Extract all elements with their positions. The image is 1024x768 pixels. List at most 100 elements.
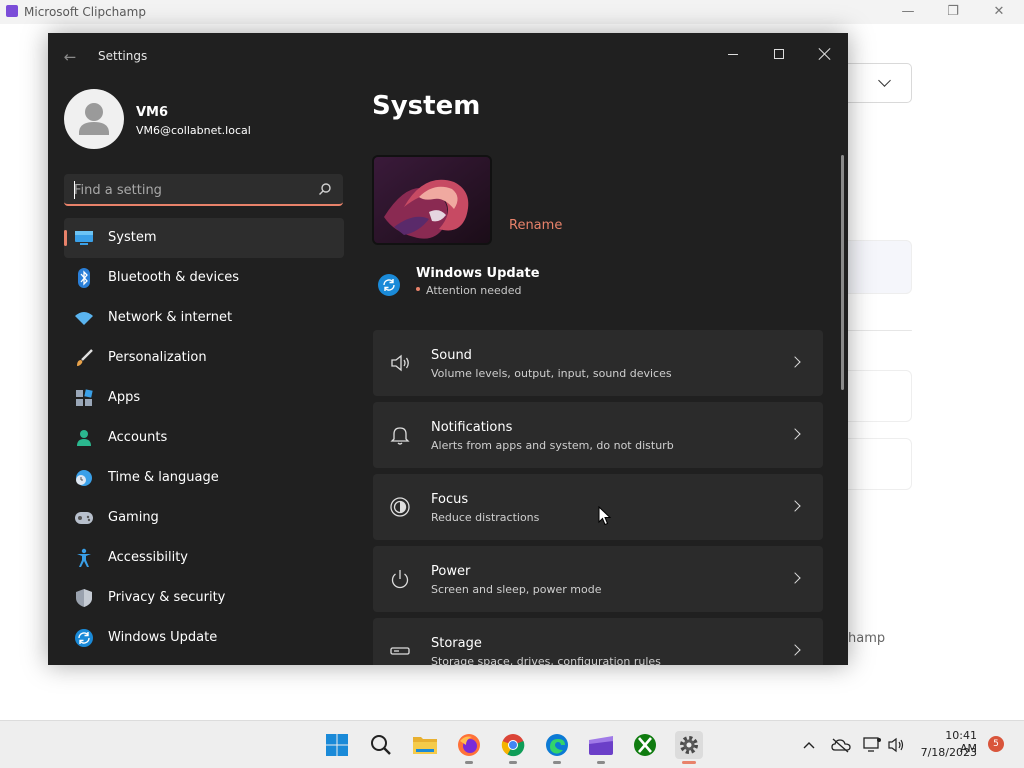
volume-tray-button[interactable] bbox=[886, 735, 906, 755]
windows-update-status[interactable]: Windows Update Attention needed bbox=[374, 263, 674, 303]
speaker-icon bbox=[391, 354, 409, 372]
clipchamp-panel bbox=[848, 240, 912, 294]
active-indicator bbox=[64, 230, 67, 246]
volume-icon bbox=[888, 737, 904, 753]
firefox-icon bbox=[458, 734, 480, 756]
show-hidden-icons-button[interactable] bbox=[799, 735, 819, 755]
chevron-up-icon bbox=[803, 742, 815, 749]
settings-window: ← Settings VM6 VM6@collabnet.local Find … bbox=[48, 33, 848, 665]
wifi-icon bbox=[74, 308, 94, 328]
clipchamp-divider bbox=[848, 330, 912, 331]
clipchamp-restore-button[interactable]: ❐ bbox=[938, 2, 968, 22]
card-title: Sound bbox=[431, 348, 472, 363]
clipchamp-minimize-button[interactable]: — bbox=[893, 2, 923, 22]
xbox-icon bbox=[634, 734, 656, 756]
card-subtitle: Alerts from apps and system, do not dist… bbox=[431, 439, 674, 452]
user-email: VM6@collabnet.local bbox=[136, 124, 251, 137]
search-input[interactable] bbox=[74, 180, 304, 200]
chevron-right-icon bbox=[789, 500, 801, 512]
sidebar-item-windows-update[interactable]: Windows Update bbox=[64, 618, 344, 658]
start-icon bbox=[326, 734, 348, 756]
sidebar-item-time-language[interactable]: Time & language bbox=[64, 458, 344, 498]
user-avatar-icon bbox=[79, 103, 109, 135]
onedrive-tray-button[interactable] bbox=[831, 735, 851, 755]
search-icon bbox=[371, 735, 391, 755]
taskbar-chrome[interactable] bbox=[499, 731, 527, 764]
avatar bbox=[64, 89, 124, 149]
clipchamp-icon bbox=[589, 736, 613, 755]
user-profile[interactable]: VM6 VM6@collabnet.local bbox=[64, 89, 354, 153]
apps-icon bbox=[74, 388, 94, 408]
windows-update-status-text: Attention needed bbox=[426, 284, 522, 297]
sidebar-item-label: Apps bbox=[108, 390, 141, 405]
sidebar-item-system[interactable]: System bbox=[64, 218, 344, 258]
text-caret bbox=[74, 181, 75, 199]
taskbar-file-explorer[interactable] bbox=[411, 731, 439, 759]
bell-icon bbox=[390, 427, 410, 445]
taskbar-clipchamp[interactable] bbox=[587, 731, 615, 764]
running-indicator bbox=[509, 761, 517, 764]
attention-dot bbox=[416, 287, 420, 291]
chevron-right-icon bbox=[789, 356, 801, 368]
brush-icon bbox=[74, 348, 94, 368]
content-scrollbar[interactable] bbox=[841, 155, 844, 390]
card-power[interactable]: Power Screen and sleep, power mode bbox=[373, 546, 823, 612]
windows-update-title: Windows Update bbox=[416, 266, 540, 281]
minimize-button[interactable] bbox=[710, 39, 756, 69]
clipchamp-panel bbox=[848, 370, 912, 422]
running-indicator bbox=[553, 761, 561, 764]
sidebar-item-accounts[interactable]: Accounts bbox=[64, 418, 344, 458]
maximize-button[interactable] bbox=[756, 39, 802, 69]
sidebar-item-label: Accounts bbox=[108, 430, 168, 445]
sidebar-item-label: Gaming bbox=[108, 510, 159, 525]
storage-icon bbox=[390, 647, 410, 655]
clock-date[interactable]: 7/18/2023 bbox=[915, 746, 977, 759]
network-tray-button[interactable] bbox=[862, 735, 882, 755]
close-button[interactable] bbox=[802, 39, 848, 69]
update-icon bbox=[378, 274, 400, 296]
card-storage[interactable]: Storage Storage space, drives, configura… bbox=[373, 618, 823, 665]
file-explorer-icon bbox=[413, 737, 437, 754]
card-subtitle: Reduce distractions bbox=[431, 511, 540, 524]
card-subtitle: Volume levels, output, input, sound devi… bbox=[431, 367, 672, 380]
sidebar-item-label: Personalization bbox=[108, 350, 207, 365]
close-icon bbox=[818, 47, 832, 61]
clipchamp-dropdown[interactable] bbox=[848, 63, 912, 103]
taskbar-edge[interactable] bbox=[543, 731, 571, 764]
accounts-icon bbox=[74, 428, 94, 448]
card-sound[interactable]: Sound Volume levels, output, input, soun… bbox=[373, 330, 823, 396]
sidebar-item-gaming[interactable]: Gaming bbox=[64, 498, 344, 538]
sidebar-item-accessibility[interactable]: Accessibility bbox=[64, 538, 344, 578]
clipchamp-close-button[interactable]: ✕ bbox=[984, 2, 1014, 22]
minimize-icon bbox=[728, 53, 738, 55]
card-notifications[interactable]: Notifications Alerts from apps and syste… bbox=[373, 402, 823, 468]
sidebar-item-personalization[interactable]: Personalization bbox=[64, 338, 344, 378]
chevron-down-icon bbox=[878, 74, 891, 87]
card-subtitle: Screen and sleep, power mode bbox=[431, 583, 602, 596]
clipchamp-panel bbox=[848, 438, 912, 490]
search-box[interactable] bbox=[64, 174, 343, 206]
sidebar-item-label: Network & internet bbox=[108, 310, 233, 325]
rename-link[interactable]: Rename bbox=[509, 218, 562, 233]
back-arrow-icon[interactable]: ← bbox=[60, 47, 80, 67]
sidebar-item-label: Privacy & security bbox=[108, 590, 226, 605]
sidebar-item-privacy-security[interactable]: Privacy & security bbox=[64, 578, 344, 618]
notification-badge[interactable]: 5 bbox=[988, 736, 1004, 752]
sidebar-item-bluetooth[interactable]: Bluetooth & devices bbox=[64, 258, 344, 298]
taskbar-settings[interactable] bbox=[675, 731, 703, 764]
start-button[interactable] bbox=[323, 731, 351, 759]
mouse-cursor-icon bbox=[598, 506, 612, 526]
shield-icon bbox=[74, 588, 94, 608]
settings-icon bbox=[680, 736, 698, 754]
taskbar-firefox[interactable] bbox=[455, 731, 483, 764]
clipchamp-partial-text: hamp bbox=[848, 631, 886, 646]
sidebar-item-apps[interactable]: Apps bbox=[64, 378, 344, 418]
sidebar-item-network[interactable]: Network & internet bbox=[64, 298, 344, 338]
gamepad-icon bbox=[74, 508, 94, 528]
card-title: Focus bbox=[431, 492, 469, 507]
taskbar-search-button[interactable] bbox=[367, 731, 395, 759]
card-title: Power bbox=[431, 564, 471, 579]
taskbar-xbox[interactable] bbox=[631, 731, 659, 759]
search-icon[interactable] bbox=[318, 182, 332, 196]
clipchamp-app-icon bbox=[6, 5, 18, 17]
